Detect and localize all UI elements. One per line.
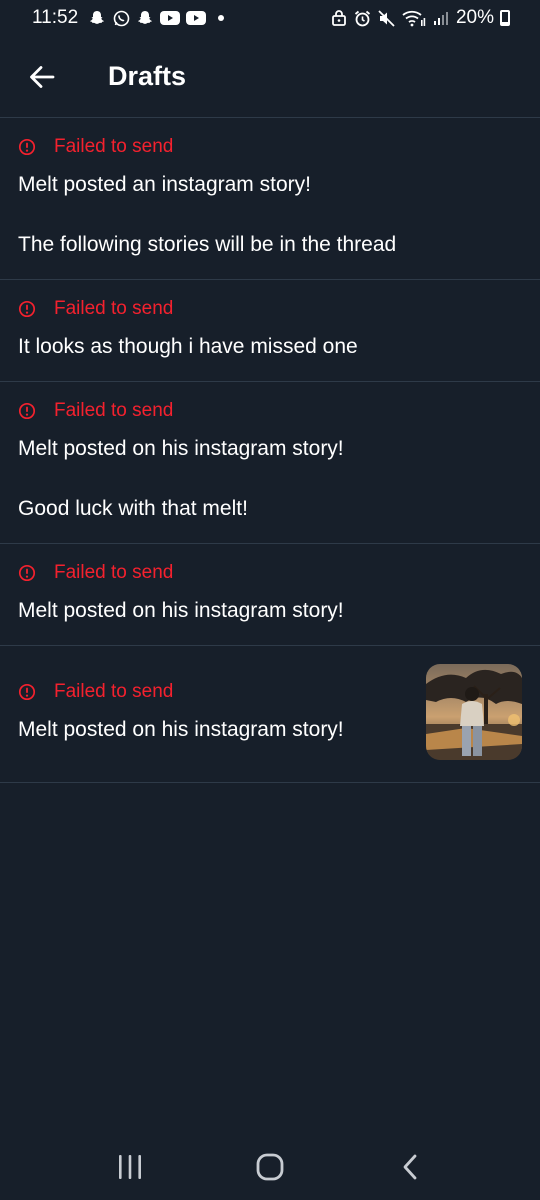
home-icon: [256, 1153, 284, 1181]
draft-item[interactable]: Failed to send Melt posted on his instag…: [0, 544, 540, 646]
draft-error: Failed to send: [18, 400, 522, 422]
signal-icon: [432, 9, 450, 27]
alert-circle-icon: [18, 683, 36, 701]
draft-text: Melt posted an instagram story! The foll…: [18, 170, 522, 259]
draft-item[interactable]: Failed to send It looks as though i have…: [0, 280, 540, 382]
draft-text: Melt posted on his instagram story!: [18, 596, 522, 625]
alert-circle-icon: [18, 402, 36, 420]
draft-status: Failed to send: [54, 298, 174, 319]
wifi-icon: [402, 9, 426, 27]
status-right: 20%: [330, 7, 510, 29]
recents-icon: [119, 1155, 141, 1179]
draft-paragraph: Melt posted on his instagram story!: [18, 437, 344, 460]
draft-paragraph: Melt posted on his instagram story!: [18, 599, 344, 622]
home-button[interactable]: [240, 1142, 300, 1192]
battery-icon: [500, 10, 510, 26]
draft-item[interactable]: Failed to send Melt posted an instagram …: [0, 118, 540, 280]
drafts-screen: 11:52 20% Drafts Failed to send Melt pos…: [0, 0, 540, 1200]
snapchat-icon: [136, 9, 154, 27]
draft-status: Failed to send: [54, 681, 174, 702]
arrow-left-icon: [30, 65, 55, 88]
draft-status: Failed to send: [54, 562, 174, 583]
draft-text: It looks as though i have missed one: [18, 332, 522, 361]
draft-item[interactable]: Failed to send Melt posted on his instag…: [0, 646, 540, 783]
draft-paragraph: Melt posted an instagram story!: [18, 173, 311, 196]
battery-percent: 20%: [455, 7, 494, 28]
system-nav-bar: [0, 1134, 540, 1200]
back-button[interactable]: [12, 47, 72, 107]
status-left: 11:52: [32, 7, 225, 29]
draft-status: Failed to send: [54, 136, 174, 157]
status-bar: 11:52 20%: [0, 0, 540, 36]
alert-circle-icon: [18, 138, 36, 156]
draft-error: Failed to send: [18, 136, 522, 158]
youtube-icon: [160, 9, 181, 27]
lock-icon: [330, 9, 348, 27]
page-title: Drafts: [108, 61, 187, 91]
youtube-icon: [186, 9, 207, 27]
back-chevron-icon: [403, 1154, 417, 1180]
draft-paragraph: Good luck with that melt!: [18, 497, 248, 520]
app-header: Drafts: [0, 36, 540, 118]
recents-button[interactable]: [100, 1142, 160, 1192]
draft-error: Failed to send: [18, 298, 522, 320]
draft-text: Melt posted on his instagram story! Good…: [18, 434, 522, 523]
drafts-list: Failed to send Melt posted an instagram …: [0, 118, 540, 783]
mute-icon: [378, 9, 396, 27]
draft-paragraph: The following stories will be in the thr…: [18, 233, 397, 256]
alert-circle-icon: [18, 564, 36, 582]
draft-error: Failed to send: [18, 562, 522, 584]
whatsapp-icon: [112, 9, 130, 27]
snapchat-icon: [88, 9, 106, 27]
draft-status: Failed to send: [54, 400, 174, 421]
status-time: 11:52: [32, 7, 79, 28]
alert-circle-icon: [18, 300, 36, 318]
draft-media-thumbnail[interactable]: [426, 664, 522, 760]
notification-dot-icon: [218, 15, 225, 21]
alarm-icon: [354, 9, 372, 27]
system-back-button[interactable]: [380, 1142, 440, 1192]
draft-item[interactable]: Failed to send Melt posted on his instag…: [0, 382, 540, 544]
draft-paragraph: It looks as though i have missed one: [18, 335, 358, 358]
